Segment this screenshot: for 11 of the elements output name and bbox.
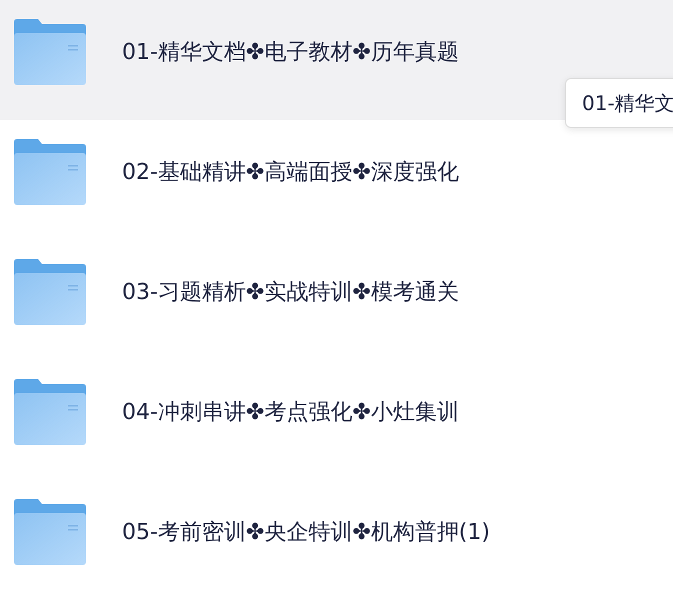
folder-icon — [14, 19, 86, 85]
folder-name: 05-考前密训✤央企特训✤机构普押(1) — [122, 519, 490, 547]
folder-icon — [14, 139, 86, 205]
folder-icon — [14, 259, 86, 325]
folder-name: 02-基础精讲✤高端面授✤深度强化 — [122, 159, 459, 187]
folder-icon — [14, 379, 86, 445]
folder-name: 03-习题精析✤实战特训✤模考通关 — [122, 279, 459, 307]
tooltip: 01-精华文 — [565, 78, 673, 128]
folder-icon — [14, 499, 86, 565]
folder-name: 01-精华文档✤电子教材✤历年真题 — [122, 39, 459, 67]
folder-name: 04-冲刺串讲✤考点强化✤小灶集训 — [122, 399, 459, 427]
